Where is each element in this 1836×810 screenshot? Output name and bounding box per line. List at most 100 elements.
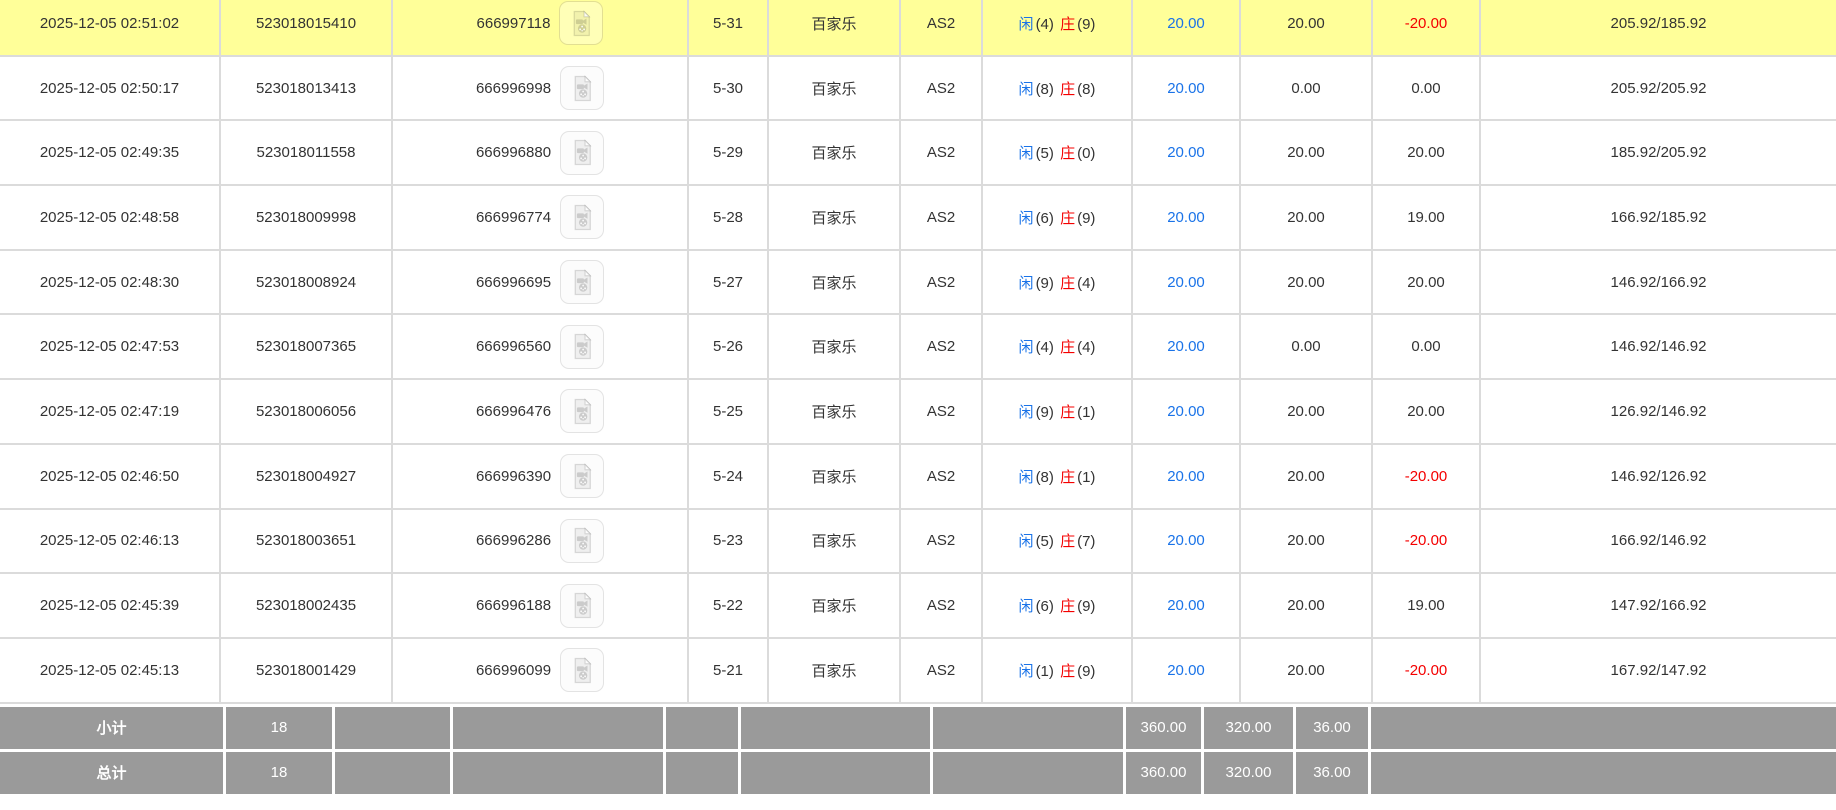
game-result: 闲 (6) 庄 (9): [981, 572, 1133, 639]
game-result: 闲 (6) 庄 (9): [981, 184, 1133, 251]
video-replay-button[interactable]: [560, 583, 605, 628]
video-replay-button[interactable]: [560, 454, 605, 499]
win-loss-amount: 19.00: [1371, 572, 1481, 639]
table-row[interactable]: 2025-12-05 02:47:53 523018007365 6669965…: [0, 313, 1836, 381]
table-row[interactable]: 2025-12-05 02:45:39 523018002435 6669961…: [0, 572, 1836, 639]
summary-table: 小计 18 360.00 320.00 36.00 总计 18 360.00 3…: [0, 703, 1836, 797]
summary-label: 总计: [0, 748, 226, 797]
bet-time: 2025-12-05 02:45:39: [0, 572, 221, 639]
banker-label: 庄: [1060, 598, 1076, 616]
round-number: 5-25: [687, 378, 769, 445]
bet-amount: 20.00: [1131, 248, 1241, 316]
video-replay-button[interactable]: [560, 648, 605, 693]
video-file-icon: [574, 74, 592, 101]
win-loss-amount: -20.00: [1371, 507, 1481, 575]
banker-label: 庄: [1060, 15, 1076, 33]
win-loss-amount: 20.00: [1371, 378, 1481, 445]
bet-time: 2025-12-05 02:46:50: [0, 442, 221, 510]
video-replay-button[interactable]: [559, 1, 604, 46]
valid-amount: 20.00: [1239, 507, 1373, 575]
game-id: 666996286: [475, 532, 552, 550]
win-loss-amount: -20.00: [1371, 442, 1481, 510]
video-replay-button[interactable]: [560, 324, 605, 369]
game-name: 百家乐: [767, 119, 901, 187]
video-replay-button[interactable]: [560, 518, 605, 563]
video-replay-button[interactable]: [560, 66, 605, 111]
video-replay-button[interactable]: [560, 195, 605, 240]
video-file-icon: [574, 592, 592, 619]
table-row[interactable]: 2025-12-05 02:45:13 523018001429 6669960…: [0, 636, 1836, 704]
bet-amount: 20.00: [1131, 636, 1241, 704]
balance-before-after: 146.92/126.92: [1479, 442, 1836, 510]
balance-before-after: 205.92/185.92: [1479, 0, 1836, 57]
game-result: 闲 (4) 庄 (9): [981, 0, 1133, 57]
video-replay-button[interactable]: [560, 389, 605, 434]
bet-amount: 20.00: [1131, 313, 1241, 381]
banker-label: 庄: [1060, 662, 1076, 680]
summary-balance-blank: [1368, 703, 1836, 752]
player-label: 闲: [1018, 533, 1034, 551]
bet-amount: 20.00: [1131, 54, 1241, 122]
bet-amount: 20.00: [1131, 378, 1241, 445]
bet-id: 523018003651: [219, 507, 393, 575]
player-label: 闲: [1018, 662, 1034, 680]
bet-time: 2025-12-05 02:47:19: [0, 378, 221, 445]
balance-before-after: 146.92/166.92: [1479, 248, 1836, 316]
table-row[interactable]: 2025-12-05 02:46:50 523018004927 6669963…: [0, 442, 1836, 510]
valid-amount: 20.00: [1239, 184, 1373, 251]
game-id: 666996560: [475, 338, 552, 356]
table-row[interactable]: 2025-12-05 02:48:30 523018008924 6669966…: [0, 248, 1836, 316]
valid-amount: 0.00: [1239, 54, 1373, 122]
table-code: AS2: [899, 313, 983, 381]
game-round-id-cell: 666996188: [391, 572, 689, 639]
game-result: 闲 (8) 庄 (8): [981, 54, 1133, 122]
bet-id: 523018006056: [219, 378, 393, 445]
table-code: AS2: [899, 636, 983, 704]
game-id: 666996774: [475, 208, 552, 226]
summary-bet-total: 360.00: [1123, 703, 1204, 752]
table-row[interactable]: 2025-12-05 02:50:17 523018013413 6669969…: [0, 54, 1836, 122]
table-code: AS2: [899, 0, 983, 57]
win-loss-amount: 19.00: [1371, 184, 1481, 251]
video-file-icon: [574, 656, 592, 683]
game-round-id-cell: 666996476: [391, 378, 689, 445]
betting-records-screen: 2025-12-05 02:51:02 523018015410 6669971…: [0, 0, 1836, 810]
betting-records-table: 2025-12-05 02:51:02 523018015410 6669971…: [0, 0, 1836, 704]
table-row[interactable]: 2025-12-05 02:49:35 523018011558 6669968…: [0, 119, 1836, 187]
win-loss-amount: -20.00: [1371, 0, 1481, 57]
game-result: 闲 (5) 庄 (7): [981, 507, 1133, 575]
banker-label: 庄: [1060, 403, 1076, 421]
game-id: 666997118: [476, 14, 551, 32]
video-file-icon: [574, 268, 592, 295]
player-label: 闲: [1018, 80, 1034, 98]
banker-label: 庄: [1060, 145, 1076, 163]
banker-label: 庄: [1060, 274, 1076, 292]
game-result: 闲 (8) 庄 (1): [981, 442, 1133, 510]
summary-label: 小计: [0, 703, 226, 752]
round-number: 5-24: [687, 442, 769, 510]
game-name: 百家乐: [767, 184, 901, 251]
table-row[interactable]: 2025-12-05 02:46:13 523018003651 6669962…: [0, 507, 1836, 575]
video-replay-button[interactable]: [560, 260, 605, 305]
round-number: 5-27: [687, 248, 769, 316]
bet-id: 523018002435: [219, 572, 393, 639]
video-replay-button[interactable]: [560, 130, 605, 175]
game-round-id-cell: 666996560: [391, 313, 689, 381]
round-number: 5-31: [687, 0, 769, 57]
table-row[interactable]: 2025-12-05 02:47:19 523018006056 6669964…: [0, 378, 1836, 445]
valid-amount: 20.00: [1239, 636, 1373, 704]
video-file-icon: [574, 204, 592, 230]
table-code: AS2: [899, 119, 983, 187]
bet-time: 2025-12-05 02:45:13: [0, 636, 221, 704]
game-name: 百家乐: [767, 313, 901, 381]
game-result: 闲 (9) 庄 (4): [981, 248, 1133, 316]
player-label: 闲: [1018, 598, 1034, 616]
game-id: 666996188: [475, 597, 552, 615]
game-name: 百家乐: [767, 378, 901, 445]
table-code: AS2: [899, 248, 983, 316]
balance-before-after: 126.92/146.92: [1479, 378, 1836, 445]
table-row[interactable]: 2025-12-05 02:51:02 523018015410 6669971…: [0, 0, 1836, 57]
table-row[interactable]: 2025-12-05 02:48:58 523018009998 6669967…: [0, 184, 1836, 251]
bet-time: 2025-12-05 02:50:17: [0, 54, 221, 122]
balance-before-after: 147.92/166.92: [1479, 572, 1836, 639]
